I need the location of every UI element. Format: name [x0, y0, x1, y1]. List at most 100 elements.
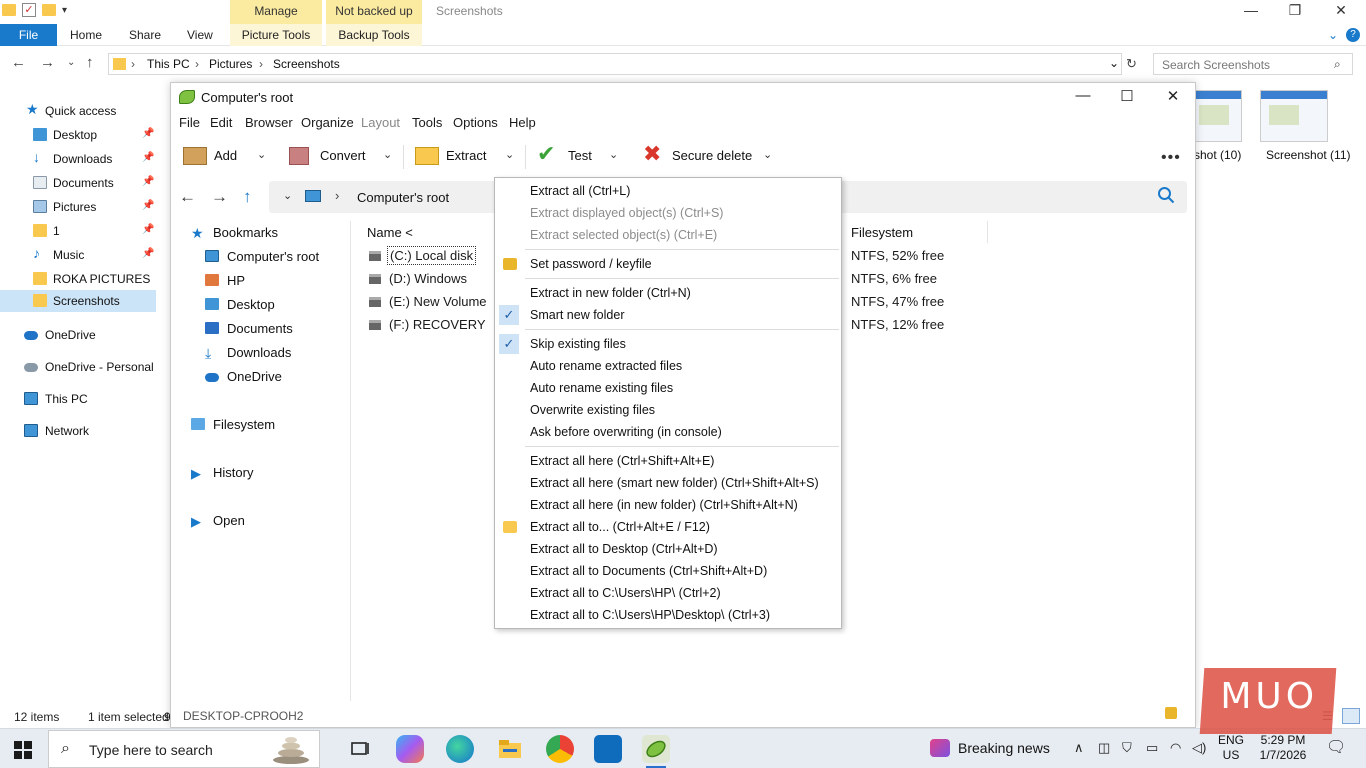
taskbar-search-input[interactable]: ⌕ Type here to search — [48, 730, 320, 768]
secure-delete-button[interactable]: ✖ Secure delete ⌄ — [643, 143, 783, 169]
file-explorer-icon[interactable] — [496, 735, 524, 763]
tab-file[interactable]: File — [0, 24, 57, 46]
context-tab-manage[interactable]: Manage — [230, 0, 322, 24]
copilot-icon[interactable] — [396, 735, 424, 763]
language-indicator[interactable]: ENG US — [1218, 733, 1244, 763]
lock-icon[interactable] — [1165, 707, 1177, 719]
search-input[interactable]: Search Screenshots ⌕ — [1153, 53, 1353, 75]
menu-browser[interactable]: Browser — [245, 115, 293, 130]
sidebar-item-1[interactable]: 1 📌 — [0, 220, 156, 242]
drive-name[interactable]: (C:) Local disk — [387, 246, 477, 265]
chevron-down-icon[interactable]: ⌄ — [505, 148, 514, 161]
menu-options[interactable]: Options — [453, 115, 498, 130]
breadcrumb-pictures[interactable]: Pictures — [209, 57, 252, 71]
test-button[interactable]: ✔ Test ⌄ — [537, 143, 627, 169]
up-icon[interactable]: ↑ — [243, 187, 252, 207]
up-icon[interactable]: ↑ — [86, 54, 94, 71]
recent-dropdown-icon[interactable]: ⌄ — [67, 57, 75, 68]
chevron-down-icon[interactable]: ⌄ — [609, 148, 618, 161]
pin-icon[interactable]: 📌 — [142, 176, 154, 187]
tab-home[interactable]: Home — [70, 28, 102, 42]
menu-item[interactable]: ✓ Skip existing files — [496, 333, 840, 355]
sidebar-item-documents[interactable]: Documents 📌 — [0, 172, 156, 194]
chevron-down-icon[interactable]: ⌄ — [1328, 28, 1338, 42]
forward-icon[interactable]: → — [211, 187, 228, 207]
sidebar-item-desktop[interactable]: Desktop 📌 — [0, 124, 156, 146]
menu-item[interactable]: Extract all to Documents (Ctrl+Shift+Alt… — [496, 560, 840, 582]
windows-start-icon[interactable] — [14, 741, 32, 759]
help-icon[interactable]: ? — [1346, 28, 1360, 42]
sidebar-item-screenshots[interactable]: Screenshots — [0, 290, 156, 312]
tree-item-downloads[interactable]: ⤓ Downloads — [205, 345, 291, 362]
menu-item[interactable]: Extract all here (in new folder) (Ctrl+S… — [496, 494, 840, 516]
menu-item[interactable]: Extract all here (Ctrl+Shift+Alt+E) — [496, 450, 840, 472]
column-name[interactable]: Name < — [367, 225, 413, 240]
peazip-taskbar-icon[interactable] — [642, 735, 670, 768]
tree-item-computers-root[interactable]: Computer's root — [205, 249, 319, 264]
chevron-down-icon[interactable]: ⌄ — [763, 148, 772, 161]
task-view-icon[interactable] — [346, 735, 374, 763]
tree-item-documents[interactable]: Documents — [205, 321, 293, 336]
menu-item[interactable]: Extract in new folder (Ctrl+N) — [496, 282, 840, 304]
tree-item-desktop[interactable]: Desktop — [205, 297, 275, 312]
breadcrumb-this-pc[interactable]: This PC — [147, 57, 190, 71]
clock[interactable]: 5:29 PM 1/7/2026 — [1256, 733, 1310, 763]
menu-help[interactable]: Help — [509, 115, 536, 130]
menu-edit[interactable]: Edit — [210, 115, 232, 130]
chevron-down-icon[interactable]: ⌄ — [383, 148, 392, 161]
wifi-icon[interactable]: ◠ — [1170, 740, 1181, 756]
extract-button[interactable]: Extract ⌄ — [415, 145, 519, 169]
pin-icon[interactable]: 📌 — [142, 248, 154, 259]
tab-share[interactable]: Share — [129, 28, 161, 42]
menu-item[interactable]: Auto rename existing files — [496, 377, 840, 399]
menu-file[interactable]: File — [179, 115, 200, 130]
column-separator[interactable] — [987, 221, 988, 243]
drive-name[interactable]: (D:) Windows — [387, 271, 469, 286]
sidebar-item-roka-pictures[interactable]: ROKA PICTURES — [0, 268, 156, 290]
thumbnail-image[interactable] — [1190, 90, 1242, 142]
pin-icon[interactable]: 📌 — [142, 128, 154, 139]
refresh-icon[interactable]: ↻ — [1126, 56, 1137, 72]
breadcrumb-screenshots[interactable]: Screenshots — [273, 57, 340, 71]
more-options-icon[interactable]: ••• — [1161, 149, 1181, 167]
battery-icon[interactable]: ▭ — [1146, 740, 1158, 756]
convert-button[interactable]: Convert ⌄ — [289, 145, 399, 169]
tree-item-onedrive[interactable]: OneDrive — [205, 369, 282, 384]
sidebar-item-music[interactable]: ♪ Music 📌 — [0, 244, 156, 266]
thumbnail-label[interactable]: Screenshot (11) — [1266, 148, 1351, 162]
column-filesystem[interactable]: Filesystem — [851, 225, 913, 240]
sidebar-item-quick-access[interactable]: ★ Quick access — [0, 100, 156, 122]
defender-icon[interactable]: ⛉ — [1122, 740, 1132, 756]
back-icon[interactable]: ← — [179, 187, 196, 207]
tab-backup-tools[interactable]: Backup Tools — [326, 24, 422, 46]
maximize-icon[interactable]: ☐ — [1107, 87, 1147, 105]
menu-organize[interactable]: Organize — [301, 115, 354, 130]
menu-item[interactable]: ✓ Smart new folder — [496, 304, 840, 326]
sidebar-item-downloads[interactable]: ↓ Downloads 📌 — [0, 148, 156, 170]
tree-item-history[interactable]: ▶ History — [191, 465, 253, 482]
menu-item[interactable]: Extract all (Ctrl+L) — [496, 180, 840, 202]
news-widget[interactable]: Breaking news — [930, 739, 1050, 757]
back-icon[interactable]: ← — [11, 54, 26, 71]
tree-item-open[interactable]: ▶ Open — [191, 513, 245, 530]
sidebar-item-this-pc[interactable]: This PC — [0, 388, 156, 410]
sidebar-item-onedrive[interactable]: OneDrive — [0, 324, 156, 346]
address-box[interactable]: › This PC › Pictures › Screenshots ⌄ — [108, 53, 1122, 75]
tree-item-hp[interactable]: HP — [205, 273, 245, 288]
menu-tools[interactable]: Tools — [412, 115, 442, 130]
add-button[interactable]: Add ⌄ — [183, 145, 273, 169]
menu-layout[interactable]: Layout — [361, 115, 400, 130]
chevron-down-icon[interactable]: ⌄ — [257, 148, 266, 161]
menu-item[interactable]: Overwrite existing files — [496, 399, 840, 421]
chevron-up-icon[interactable]: ∧ — [1074, 740, 1084, 756]
folder-icon[interactable] — [2, 4, 16, 16]
menu-item[interactable]: Extract all to Desktop (Ctrl+Alt+D) — [496, 538, 840, 560]
pin-icon[interactable]: 📌 — [142, 224, 154, 235]
properties-icon[interactable]: ✓ — [22, 3, 36, 17]
thumbnail-label[interactable]: shot (10) — [1194, 148, 1241, 162]
menu-item[interactable]: Auto rename extracted files — [496, 355, 840, 377]
sidebar-item-onedrive-personal[interactable]: OneDrive - Personal — [0, 356, 156, 378]
volume-icon[interactable]: ◁) — [1192, 740, 1206, 756]
notifications-icon[interactable]: 🗨 — [1326, 737, 1346, 757]
tab-view[interactable]: View — [187, 28, 213, 42]
